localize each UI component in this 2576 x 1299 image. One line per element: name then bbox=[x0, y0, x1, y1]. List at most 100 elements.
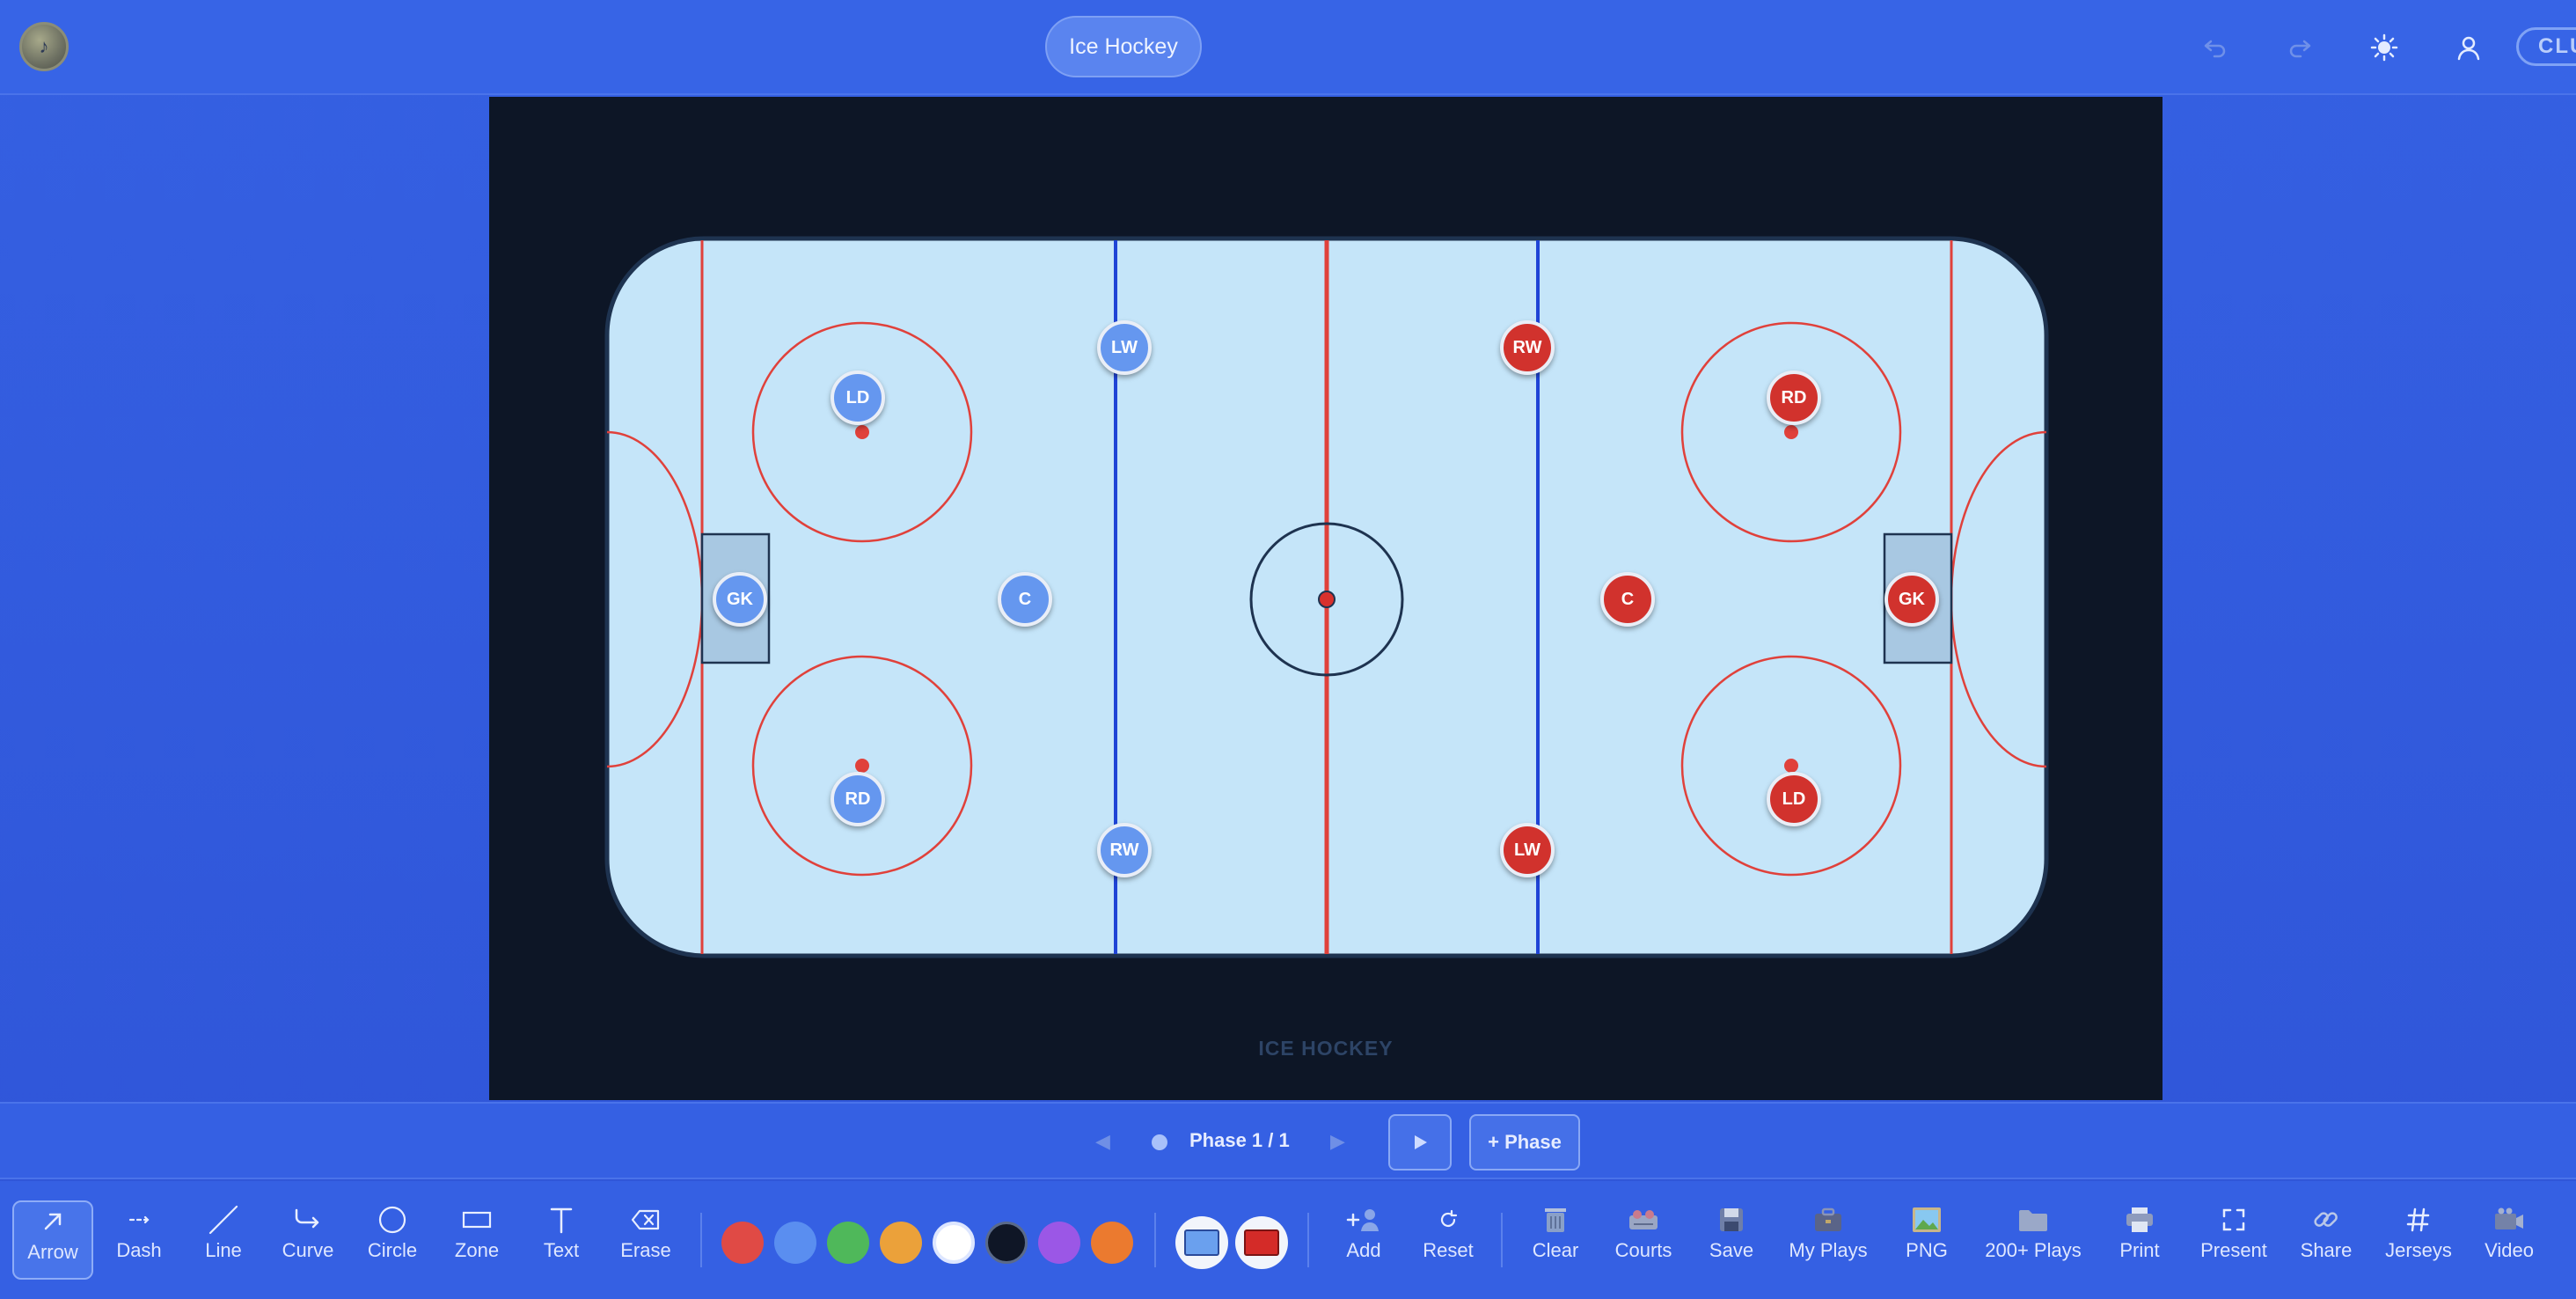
color-swatch-green[interactable] bbox=[827, 1222, 869, 1264]
my-plays-button[interactable]: My Plays bbox=[1781, 1200, 1876, 1280]
add-player-icon bbox=[1346, 1200, 1381, 1239]
courts-button[interactable]: Courts bbox=[1605, 1200, 1682, 1280]
tool-curve[interactable]: Curve bbox=[274, 1200, 341, 1280]
color-swatch-purple[interactable] bbox=[1038, 1222, 1080, 1264]
clear-button[interactable]: Clear bbox=[1520, 1200, 1591, 1280]
tool-label: Courts bbox=[1614, 1239, 1672, 1261]
trash-icon bbox=[1542, 1200, 1569, 1239]
reset-button[interactable]: Reset bbox=[1415, 1200, 1482, 1280]
tool-label: Arrow bbox=[27, 1241, 78, 1263]
color-swatch-red[interactable] bbox=[721, 1222, 764, 1264]
chevron-left-icon[interactable]: ◀ bbox=[1095, 1130, 1110, 1153]
tool-erase[interactable]: Erase bbox=[612, 1200, 679, 1280]
png-export-button[interactable]: PNG bbox=[1892, 1200, 1962, 1280]
team-color-blue[interactable] bbox=[1175, 1216, 1228, 1269]
play-icon bbox=[1415, 1135, 1427, 1149]
color-swatch-yellow[interactable] bbox=[880, 1222, 922, 1264]
player-red-gk[interactable]: GK bbox=[1884, 572, 1939, 627]
erase-icon bbox=[631, 1200, 661, 1239]
save-button[interactable]: Save bbox=[1696, 1200, 1767, 1280]
phase-label: Phase 1 / 1 bbox=[1189, 1129, 1290, 1151]
player-red-rd[interactable]: RD bbox=[1767, 371, 1821, 425]
tool-label: Erase bbox=[620, 1239, 671, 1261]
undo-icon[interactable] bbox=[2192, 25, 2238, 70]
tool-label: Dash bbox=[116, 1239, 162, 1261]
briefcase-icon bbox=[1812, 1200, 1844, 1239]
club-button[interactable]: CLU bbox=[2516, 27, 2576, 66]
plays-library-button[interactable]: 200+ Plays bbox=[1976, 1200, 2090, 1280]
line-icon bbox=[207, 1200, 240, 1239]
color-swatch-white[interactable] bbox=[933, 1222, 975, 1264]
tool-label: Text bbox=[543, 1239, 580, 1261]
app-logo[interactable]: ♪ bbox=[19, 22, 69, 71]
image-icon bbox=[1911, 1200, 1943, 1239]
toolbar-divider bbox=[1154, 1213, 1156, 1267]
tool-label: Video bbox=[2485, 1239, 2534, 1261]
top-bar: ♪ Ice Hockey CLU bbox=[0, 0, 2576, 95]
zone-icon bbox=[462, 1200, 492, 1239]
tool-label: Print bbox=[2119, 1239, 2160, 1261]
player-red-lw[interactable]: LW bbox=[1500, 823, 1555, 877]
tool-label: PNG bbox=[1906, 1239, 1948, 1261]
phase-dot[interactable] bbox=[1152, 1134, 1167, 1150]
color-swatch-blue[interactable] bbox=[774, 1222, 816, 1264]
redo-icon[interactable] bbox=[2277, 25, 2323, 70]
player-blue-rw[interactable]: RW bbox=[1097, 823, 1152, 877]
present-button[interactable]: Present bbox=[2194, 1200, 2273, 1280]
tool-zone[interactable]: Zone bbox=[443, 1200, 510, 1280]
tool-label: Jerseys bbox=[2385, 1239, 2452, 1261]
curve-icon bbox=[293, 1200, 323, 1239]
share-button[interactable]: Share bbox=[2291, 1200, 2361, 1280]
tool-dash[interactable]: Dash bbox=[106, 1200, 172, 1280]
play-button[interactable] bbox=[1388, 1114, 1452, 1171]
color-swatch-black[interactable] bbox=[985, 1222, 1028, 1264]
chevron-right-icon[interactable]: ▶ bbox=[1330, 1130, 1345, 1153]
theme-sun-icon[interactable] bbox=[2361, 25, 2407, 70]
toolbar-divider bbox=[700, 1213, 702, 1267]
player-blue-rd[interactable]: RD bbox=[831, 772, 885, 826]
circle-icon bbox=[377, 1200, 407, 1239]
player-blue-gk[interactable]: GK bbox=[713, 572, 767, 627]
tool-arrow[interactable]: Arrow bbox=[12, 1200, 93, 1280]
toolbar-divider bbox=[1307, 1213, 1309, 1267]
tool-line[interactable]: Line bbox=[190, 1200, 257, 1280]
player-blue-ld[interactable]: LD bbox=[831, 371, 885, 425]
video-button[interactable]: Video bbox=[2474, 1200, 2544, 1280]
printer-icon bbox=[2124, 1200, 2155, 1239]
print-button[interactable]: Print bbox=[2104, 1200, 2175, 1280]
jerseys-button[interactable]: Jerseys bbox=[2379, 1200, 2458, 1280]
player-blue-lw[interactable]: LW bbox=[1097, 320, 1152, 375]
save-icon bbox=[1717, 1200, 1745, 1239]
video-icon bbox=[2493, 1200, 2525, 1239]
link-icon bbox=[2312, 1200, 2340, 1239]
tool-label: 200+ Plays bbox=[1985, 1239, 2082, 1261]
player-red-c[interactable]: C bbox=[1600, 572, 1655, 627]
reset-icon bbox=[1438, 1200, 1459, 1239]
tool-label: Zone bbox=[454, 1239, 500, 1261]
add-phase-button[interactable]: + Phase bbox=[1469, 1114, 1580, 1171]
team-color-red[interactable] bbox=[1235, 1216, 1288, 1269]
text-icon bbox=[548, 1200, 574, 1239]
fullscreen-icon bbox=[2221, 1200, 2246, 1239]
user-icon[interactable] bbox=[2446, 25, 2492, 70]
tool-label: Reset bbox=[1423, 1239, 1474, 1261]
bottom-toolbar: Arrow Dash Line Curve Circle Zone Text E… bbox=[0, 1181, 2576, 1299]
arrow-icon bbox=[40, 1202, 65, 1241]
courts-icon bbox=[1627, 1200, 1660, 1239]
add-player-button[interactable]: Add bbox=[1327, 1200, 1401, 1280]
tool-label: Line bbox=[205, 1239, 242, 1261]
tool-text[interactable]: Text bbox=[528, 1200, 595, 1280]
player-red-rw[interactable]: RW bbox=[1500, 320, 1555, 375]
phase-bar: ◀ Phase 1 / 1 ▶ + Phase bbox=[0, 1102, 2576, 1179]
player-blue-c[interactable]: C bbox=[998, 572, 1052, 627]
tool-label: Clear bbox=[1532, 1239, 1579, 1261]
tool-label: Circle bbox=[367, 1239, 418, 1261]
sport-selector[interactable]: Ice Hockey bbox=[1045, 16, 1202, 77]
play-canvas[interactable]: LW LD GK C RD RW RW RD C GK LD LW ICE HO… bbox=[489, 97, 2163, 1100]
hash-icon bbox=[2406, 1200, 2431, 1239]
player-red-ld[interactable]: LD bbox=[1767, 772, 1821, 826]
folder-icon bbox=[2017, 1200, 2049, 1239]
color-swatch-orange[interactable] bbox=[1091, 1222, 1133, 1264]
tool-label: Curve bbox=[282, 1239, 334, 1261]
tool-circle[interactable]: Circle bbox=[359, 1200, 426, 1280]
